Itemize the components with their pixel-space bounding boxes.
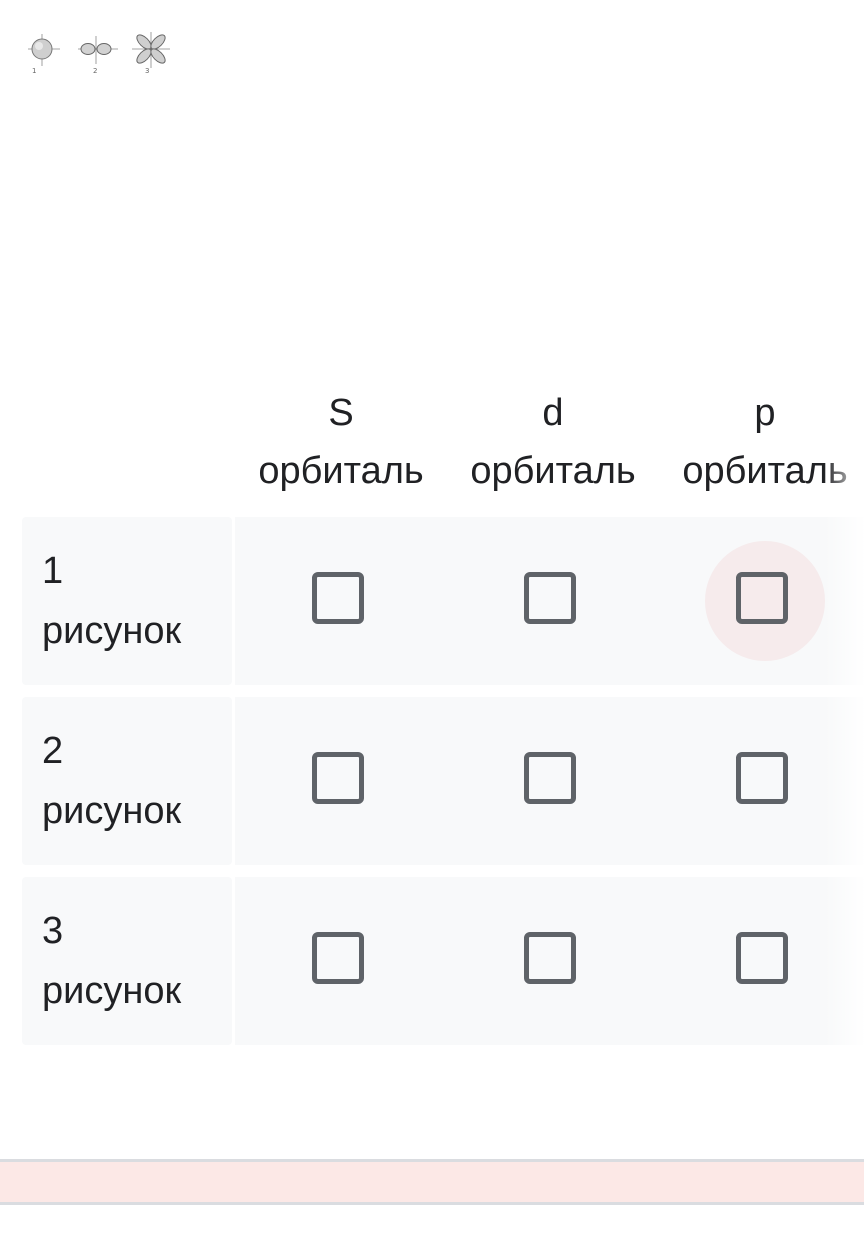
figure-number-1: 1 <box>32 67 36 75</box>
row-choices <box>235 877 864 1045</box>
checkbox-row1-s[interactable] <box>312 572 364 624</box>
grid-row-3: 3 рисунок <box>22 877 864 1045</box>
row-choices <box>235 697 864 865</box>
row-label-cell: 1 рисунок <box>22 517 232 685</box>
quiz-page: 1 2 3 S орбиталь d орбиталь p орбиталь 1… <box>0 0 864 1244</box>
row-label-word: рисунок <box>42 610 182 652</box>
row-label: 1 рисунок <box>42 541 181 661</box>
d-orbital-icon: 3 <box>132 32 170 75</box>
column-header-p: p орбиталь <box>659 384 864 500</box>
checkbox-row3-s[interactable] <box>312 932 364 984</box>
column-header-d: d орбиталь <box>447 384 659 500</box>
column-header-letter: S <box>328 392 354 434</box>
checkbox-row3-d[interactable] <box>524 932 576 984</box>
column-header-word: орбиталь <box>258 450 424 492</box>
column-header-word: орбиталь <box>682 450 848 492</box>
grid-row-1: 1 рисунок <box>22 517 864 685</box>
orbitals-image: 1 2 3 <box>28 32 170 75</box>
grid-header-row: S орбиталь d орбиталь p орбиталь <box>22 370 864 510</box>
column-header-word: орбиталь <box>470 450 636 492</box>
row-label-number: 2 <box>42 730 64 772</box>
orbitals-figure: 1 2 3 <box>24 28 176 78</box>
figure-number-3: 3 <box>145 67 149 75</box>
choice-cell <box>659 877 864 1045</box>
choice-cell <box>235 517 447 685</box>
figure-number-2: 2 <box>93 67 97 75</box>
row-label-word: рисунок <box>42 970 182 1012</box>
checkbox-row2-d[interactable] <box>524 752 576 804</box>
choice-cell <box>659 697 864 865</box>
p-orbital-icon: 2 <box>78 36 118 75</box>
row-choices <box>235 517 864 685</box>
checkbox-row1-d[interactable] <box>524 572 576 624</box>
choice-cell <box>447 877 659 1045</box>
choice-cell <box>447 517 659 685</box>
checkbox-row1-p[interactable] <box>736 572 788 624</box>
orbital-grid-question: S орбиталь d орбиталь p орбиталь 1 рисун… <box>22 370 864 1050</box>
choice-cell <box>235 697 447 865</box>
grid-row-2: 2 рисунок <box>22 697 864 865</box>
row-label-number: 3 <box>42 910 64 952</box>
row-label-word: рисунок <box>42 790 182 832</box>
error-banner <box>0 1159 864 1205</box>
checkbox-row2-p[interactable] <box>736 752 788 804</box>
checkbox-row3-p[interactable] <box>736 932 788 984</box>
column-header-letter: p <box>754 392 776 434</box>
choice-cell <box>235 877 447 1045</box>
row-label-number: 1 <box>42 550 64 592</box>
column-header-letter: d <box>542 392 564 434</box>
row-label: 2 рисунок <box>42 721 181 841</box>
row-label: 3 рисунок <box>42 901 181 1021</box>
s-orbital-icon: 1 <box>28 34 60 75</box>
choice-cell <box>447 697 659 865</box>
choice-cell <box>659 517 864 685</box>
column-header-s: S орбиталь <box>235 384 447 500</box>
row-label-cell: 3 рисунок <box>22 877 232 1045</box>
checkbox-row2-s[interactable] <box>312 752 364 804</box>
row-label-cell: 2 рисунок <box>22 697 232 865</box>
